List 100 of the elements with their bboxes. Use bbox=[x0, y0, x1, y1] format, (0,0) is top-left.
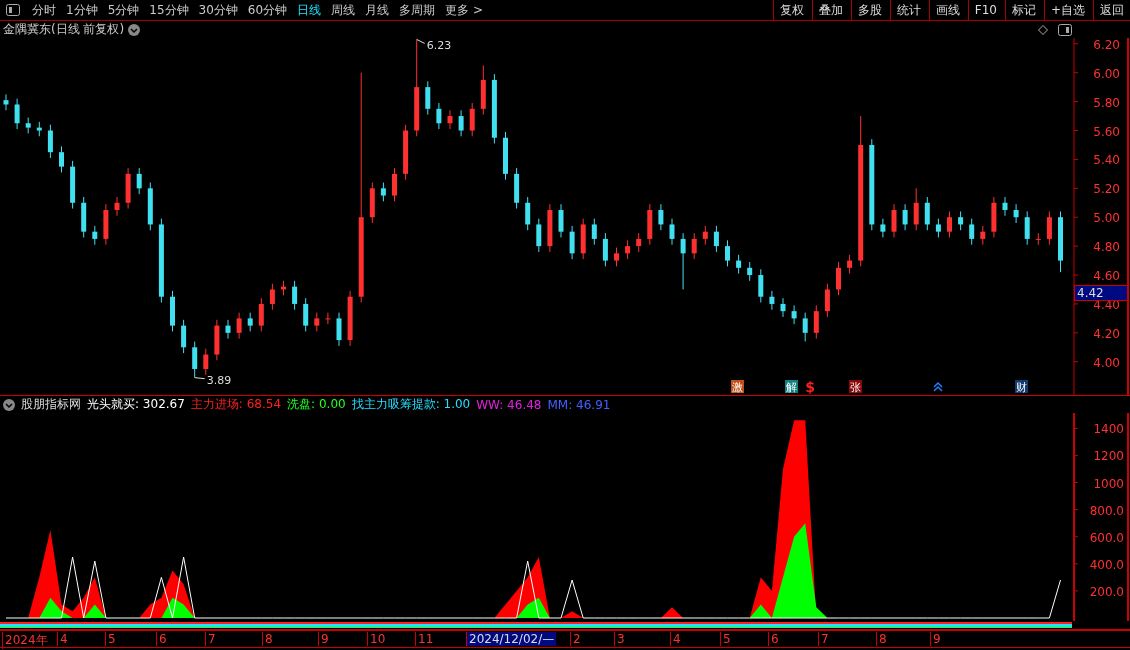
period-tab[interactable]: 月线 bbox=[361, 1, 394, 19]
candlestick bbox=[214, 319, 220, 361]
period-tab[interactable]: 日线 bbox=[293, 1, 326, 19]
axis-label: 1400 bbox=[1093, 422, 1124, 437]
candlestick bbox=[81, 196, 87, 238]
toolbar-button[interactable]: 统计 bbox=[889, 0, 927, 20]
candlestick bbox=[336, 312, 342, 347]
candlestick bbox=[913, 187, 919, 231]
toolbar-button[interactable]: 返回 bbox=[1093, 0, 1130, 20]
period-tab[interactable]: 15分钟 bbox=[145, 1, 193, 19]
period-tab[interactable]: 分时 bbox=[28, 1, 60, 19]
signal-label: 解 bbox=[785, 381, 797, 394]
candlestick bbox=[880, 218, 886, 238]
candlestick bbox=[92, 225, 98, 246]
date-label: 11 bbox=[415, 632, 436, 646]
date-label: 9 bbox=[318, 632, 331, 646]
candlestick bbox=[758, 268, 764, 303]
date-label: 5 bbox=[720, 632, 733, 646]
candlestick bbox=[1046, 210, 1052, 246]
candlestick bbox=[991, 196, 997, 238]
candlestick bbox=[791, 304, 797, 325]
candlestick bbox=[558, 203, 564, 238]
candlestick bbox=[469, 102, 475, 137]
candlestick bbox=[136, 167, 142, 195]
date-label: 2024/12/02/— bbox=[466, 632, 557, 646]
axis-label: 5.00 bbox=[1093, 211, 1120, 226]
toolbar-button[interactable]: 叠加 bbox=[811, 0, 849, 20]
period-tab[interactable]: 30分钟 bbox=[194, 1, 242, 19]
candlestick bbox=[125, 167, 131, 210]
candlestick bbox=[225, 319, 231, 340]
candlestick bbox=[25, 117, 31, 134]
candlestick bbox=[836, 261, 841, 296]
period-tab[interactable]: 60分钟 bbox=[243, 1, 292, 19]
candlestick bbox=[303, 297, 309, 332]
toolbar-button[interactable]: F10 bbox=[967, 0, 1003, 20]
candlestick bbox=[369, 182, 375, 224]
chart-title: 金隅冀东(日线 前复权) bbox=[3, 21, 125, 38]
candlestick bbox=[813, 304, 819, 340]
candlestick bbox=[436, 102, 442, 130]
indicator-name: 股朋指标网 bbox=[21, 396, 81, 413]
low-price-label: 3.89 bbox=[206, 373, 232, 387]
date-label: 4 bbox=[57, 632, 70, 646]
date-label: 2024年 bbox=[2, 632, 50, 649]
candlestick bbox=[347, 290, 353, 347]
date-label: 6 bbox=[768, 632, 781, 646]
candlestick bbox=[1035, 232, 1041, 246]
candlestick bbox=[702, 225, 708, 246]
candlestick bbox=[591, 218, 597, 246]
axis-label: 5.80 bbox=[1093, 95, 1120, 110]
toolbar-button[interactable]: 复权 bbox=[772, 0, 810, 20]
candlestick bbox=[802, 312, 808, 342]
period-tab[interactable]: 5分钟 bbox=[103, 1, 144, 19]
candlestick bbox=[247, 312, 253, 332]
panel-toggle-icon[interactable] bbox=[6, 4, 20, 16]
period-tab[interactable]: 更多 > bbox=[441, 1, 487, 19]
axis-label: 4.60 bbox=[1093, 269, 1120, 284]
toolbar-button[interactable]: +自选 bbox=[1043, 0, 1091, 20]
toolbar-button[interactable]: 标记 bbox=[1004, 0, 1042, 20]
period-tab[interactable]: 1分钟 bbox=[62, 1, 102, 19]
date-label: 8 bbox=[262, 632, 275, 646]
candlestick bbox=[736, 254, 742, 275]
candlestick bbox=[403, 124, 409, 181]
toolbar-button[interactable]: 画线 bbox=[928, 0, 966, 20]
candlestick bbox=[59, 145, 64, 173]
date-label: 9 bbox=[930, 632, 943, 646]
candlestick bbox=[47, 124, 53, 159]
signal-label: 激 bbox=[731, 381, 743, 394]
candlestick bbox=[458, 109, 464, 137]
candlestick bbox=[514, 167, 520, 210]
candlestick bbox=[747, 261, 753, 282]
candlestick bbox=[181, 319, 187, 354]
candlestick bbox=[769, 290, 775, 311]
axis-label: 5.60 bbox=[1093, 124, 1120, 139]
candlestick bbox=[325, 312, 331, 325]
candlestick bbox=[147, 182, 153, 231]
candlestick bbox=[281, 280, 286, 296]
diamond-icon[interactable] bbox=[1038, 24, 1048, 35]
date-label: 10 bbox=[367, 632, 388, 646]
toolbar-button[interactable]: 多股 bbox=[850, 0, 888, 20]
date-label: 7 bbox=[205, 632, 218, 646]
candlestick bbox=[114, 196, 120, 217]
candlestick bbox=[725, 239, 730, 267]
period-tab[interactable]: 多周期 bbox=[395, 1, 440, 19]
candlestick bbox=[425, 80, 431, 116]
candlestick bbox=[847, 254, 853, 275]
period-tab[interactable]: 周线 bbox=[327, 1, 360, 19]
signal-label: 财 bbox=[1015, 381, 1027, 394]
leader-line bbox=[416, 38, 426, 44]
candlestick bbox=[780, 297, 786, 318]
axis-label: 600.0 bbox=[1089, 530, 1124, 545]
panel-toggle-icon[interactable] bbox=[1058, 23, 1072, 36]
chevron-down-icon[interactable] bbox=[128, 23, 141, 36]
candlestick bbox=[14, 98, 20, 130]
candlestick bbox=[958, 210, 964, 231]
candlestick bbox=[569, 225, 575, 260]
chevron-down-icon[interactable] bbox=[3, 398, 15, 411]
indicator-reading: 洗盘: 0.00 bbox=[287, 396, 346, 413]
indicator-reading: MM: 46.91 bbox=[547, 397, 611, 412]
indicator-reading: 找主力吸筹提款: 1.00 bbox=[351, 396, 471, 413]
axis-label: 1000 bbox=[1093, 476, 1124, 491]
